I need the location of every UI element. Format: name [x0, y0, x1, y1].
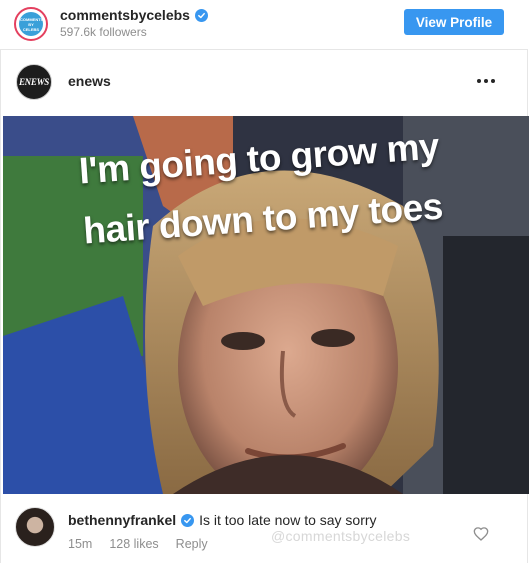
enews-avatar-text: ENEWS — [18, 77, 49, 87]
commenter-username[interactable]: bethennyfrankel — [68, 512, 176, 528]
comment-text: Is it too late now to say sorry — [199, 512, 377, 528]
comment-meta: 15m 128 likes Reply — [68, 537, 208, 551]
comment-line: bethennyfrankel Is it too late now to sa… — [68, 512, 377, 528]
verified-badge-icon — [194, 8, 208, 22]
post-username[interactable]: enews — [68, 73, 111, 89]
verified-badge-icon — [181, 513, 195, 527]
watermark: @commentsbycelebs — [271, 528, 411, 544]
photo-caption-overlay: I'm going to grow my hair down to my toe… — [3, 125, 529, 251]
commentsbycelebs-avatar[interactable]: COMMENTS BY CELEBS — [14, 7, 48, 41]
embed-header: COMMENTS BY CELEBS commentsbycelebs 597.… — [0, 0, 528, 50]
post-photo: I'm going to grow my hair down to my toe… — [3, 116, 529, 494]
post-card: ENEWS enews I'm going to grow my hair do… — [0, 50, 529, 563]
account-name[interactable]: commentsbycelebs — [60, 7, 190, 23]
account-name-row: commentsbycelebs — [60, 7, 208, 23]
enews-avatar[interactable]: ENEWS — [16, 64, 52, 100]
commenter-avatar[interactable] — [15, 507, 55, 547]
heart-icon[interactable] — [473, 526, 489, 542]
comment-likes[interactable]: 128 likes — [109, 537, 158, 551]
followers-count: 597.6k followers — [60, 25, 147, 39]
avatar-logo-text: COMMENTS BY CELEBS — [20, 16, 44, 32]
reply-button[interactable]: Reply — [176, 537, 208, 551]
more-options-icon[interactable] — [477, 78, 497, 84]
post-header: ENEWS enews — [1, 50, 527, 116]
view-profile-button[interactable]: View Profile — [404, 9, 504, 35]
comment-row: bethennyfrankel Is it too late now to sa… — [1, 494, 527, 563]
comment-time: 15m — [68, 537, 93, 551]
avatar-logo: COMMENTS BY CELEBS — [19, 12, 43, 36]
